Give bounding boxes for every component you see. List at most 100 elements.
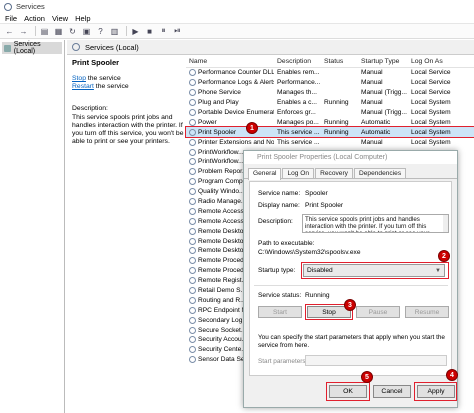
row-description: Manages th... [277, 89, 317, 97]
dialog-description-text: This service spools print jobs and handl… [305, 216, 429, 232]
table-row[interactable]: Portable Device Enumerator ...Enforces g… [186, 108, 474, 118]
row-log-on-as: Local System [411, 118, 451, 126]
tab-log-on[interactable]: Log On [282, 168, 315, 178]
service-gear-icon [189, 118, 196, 126]
refresh-icon[interactable]: ↻ [67, 26, 78, 37]
row-name-text: Power [198, 118, 217, 126]
row-startup-type: Automatic [361, 128, 391, 136]
step-badge-4: 4 [446, 369, 458, 381]
column-status[interactable]: Status [321, 58, 358, 65]
menu-bar: File Action View Help [0, 13, 474, 24]
column-name[interactable]: Name [186, 58, 274, 65]
start-service-icon[interactable]: ▶ [130, 26, 141, 37]
tab-general[interactable]: General [248, 168, 282, 180]
row-name-text: Remote Deskto... [198, 227, 249, 235]
service-gear-icon [189, 346, 196, 354]
services-gear-icon [72, 43, 80, 51]
pane-header-title: Services (Local) [85, 42, 139, 52]
export-icon[interactable]: ▣ [81, 26, 92, 37]
menu-help[interactable]: Help [75, 14, 90, 23]
column-log-on-as[interactable]: Log On As [408, 58, 460, 65]
tab-recovery[interactable]: Recovery [315, 168, 353, 178]
step-badge-2: 2 [438, 250, 450, 262]
path-label: Path to executable: [258, 240, 315, 247]
service-gear-icon [189, 217, 196, 225]
dialog-tabs: General Log On Recovery Dependencies [244, 168, 457, 180]
details-icon[interactable]: ▦ [53, 26, 64, 37]
table-row[interactable]: Printer Extensions and Notif...This serv… [186, 137, 474, 147]
tree-item-services-local[interactable]: Services (Local) [2, 41, 62, 55]
service-gear-icon [189, 336, 196, 344]
path-value: C:\Windows\System32\spoolsv.exe [258, 249, 361, 256]
step-badge-1: 1 [246, 122, 258, 134]
row-description: Enables a c... [277, 99, 317, 107]
toolbar: ← → ▤ ▦ ↻ ▣ ? ▥ ▶ ■ ⏸ ⏯ [0, 24, 474, 39]
service-gear-icon [189, 69, 196, 77]
service-gear-icon [189, 207, 196, 215]
row-name-text: Program Comp... [198, 178, 249, 186]
menu-view[interactable]: View [52, 14, 68, 23]
row-name-text: Retail Demo S... [198, 287, 247, 295]
start-params-note: You can specify the start parameters tha… [258, 334, 445, 349]
table-row-selected[interactable]: Print Spooler This service ... Running Auto… [185, 126, 474, 139]
menu-action[interactable]: Action [24, 14, 45, 23]
table-row[interactable]: Plug and Play Enables a c... Running Manual… [186, 98, 474, 108]
step-badge-5: 5 [361, 371, 373, 383]
table-row[interactable]: Phone Service Manages th... Manual (Trigg.… [186, 88, 474, 98]
row-description: Manages po... [277, 118, 319, 126]
start-parameters-input[interactable] [305, 355, 447, 366]
service-gear-icon [189, 237, 196, 245]
description-scrollbar[interactable] [443, 215, 448, 232]
row-name-text: Secondary Log... [198, 316, 248, 324]
dialog-description-box[interactable]: This service spools print jobs and handl… [302, 214, 449, 233]
menu-file[interactable]: File [5, 14, 17, 23]
table-row[interactable]: Performance Logs & Alerts Performance... M… [186, 78, 474, 88]
service-gear-icon [189, 178, 196, 186]
stop-service-icon[interactable]: ■ [144, 26, 155, 37]
back-icon[interactable]: ← [4, 26, 15, 37]
row-log-on-as: Local System [411, 109, 451, 116]
row-startup-type: Automatic [361, 118, 391, 126]
row-name: Print Spooler [186, 128, 274, 136]
row-startup-type: Manual (Trigg... [361, 109, 407, 116]
table-row[interactable]: Performance Counter DLL H...Enables rem.… [186, 68, 474, 78]
restart-service-link[interactable]: Restart [72, 83, 94, 90]
resume-button[interactable]: Resume [405, 306, 449, 318]
stop-service-link[interactable]: Stop [72, 75, 86, 82]
tab-dependencies[interactable]: Dependencies [353, 168, 407, 178]
service-gear-icon [189, 158, 196, 166]
column-startup-type[interactable]: Startup Type [358, 58, 408, 65]
stop-link-suffix: the service [85, 75, 121, 82]
toolbar-separator [126, 26, 127, 36]
properties-icon[interactable]: ▥ [109, 26, 120, 37]
display-name-label: Display name: [258, 202, 300, 209]
row-description: Enforces gr... [277, 109, 316, 116]
forward-icon[interactable]: → [18, 26, 29, 37]
highlight-ok [326, 382, 370, 401]
row-name-text: Remote Deskto... [198, 237, 249, 245]
restart-service-icon[interactable]: ⏯ [172, 26, 183, 37]
service-gear-icon [189, 109, 196, 116]
row-name-text: Printer Extensions and Notif... [198, 138, 274, 146]
row-name: Performance Logs & Alerts [186, 79, 274, 87]
service-status-value: Running [305, 292, 330, 299]
service-gear-icon [189, 356, 196, 364]
pause-button[interactable]: Pause [356, 306, 400, 318]
pause-service-icon[interactable]: ⏸ [158, 26, 169, 37]
start-button[interactable]: Start [258, 306, 302, 318]
service-gear-icon [189, 198, 196, 206]
row-name-text: Security Accou... [198, 336, 248, 344]
services-gear-icon [4, 44, 11, 52]
row-name: Performance Counter DLL H... [186, 69, 274, 77]
row-description: Enables rem... [277, 69, 320, 77]
column-description[interactable]: Description [274, 58, 321, 65]
highlight-apply [414, 382, 457, 401]
row-name-text: Remote Proced... [198, 267, 250, 275]
show-hide-tree-icon[interactable]: ▤ [39, 26, 50, 37]
row-startup-type: Manual [361, 79, 383, 87]
row-status: Running [324, 99, 349, 107]
help-icon[interactable]: ? [95, 26, 106, 37]
table-row[interactable]: Power Manages po... Running Automatic Local … [186, 117, 474, 127]
start-parameters-label: Start parameters: [258, 358, 308, 365]
cancel-button[interactable]: Cancel [373, 385, 411, 398]
